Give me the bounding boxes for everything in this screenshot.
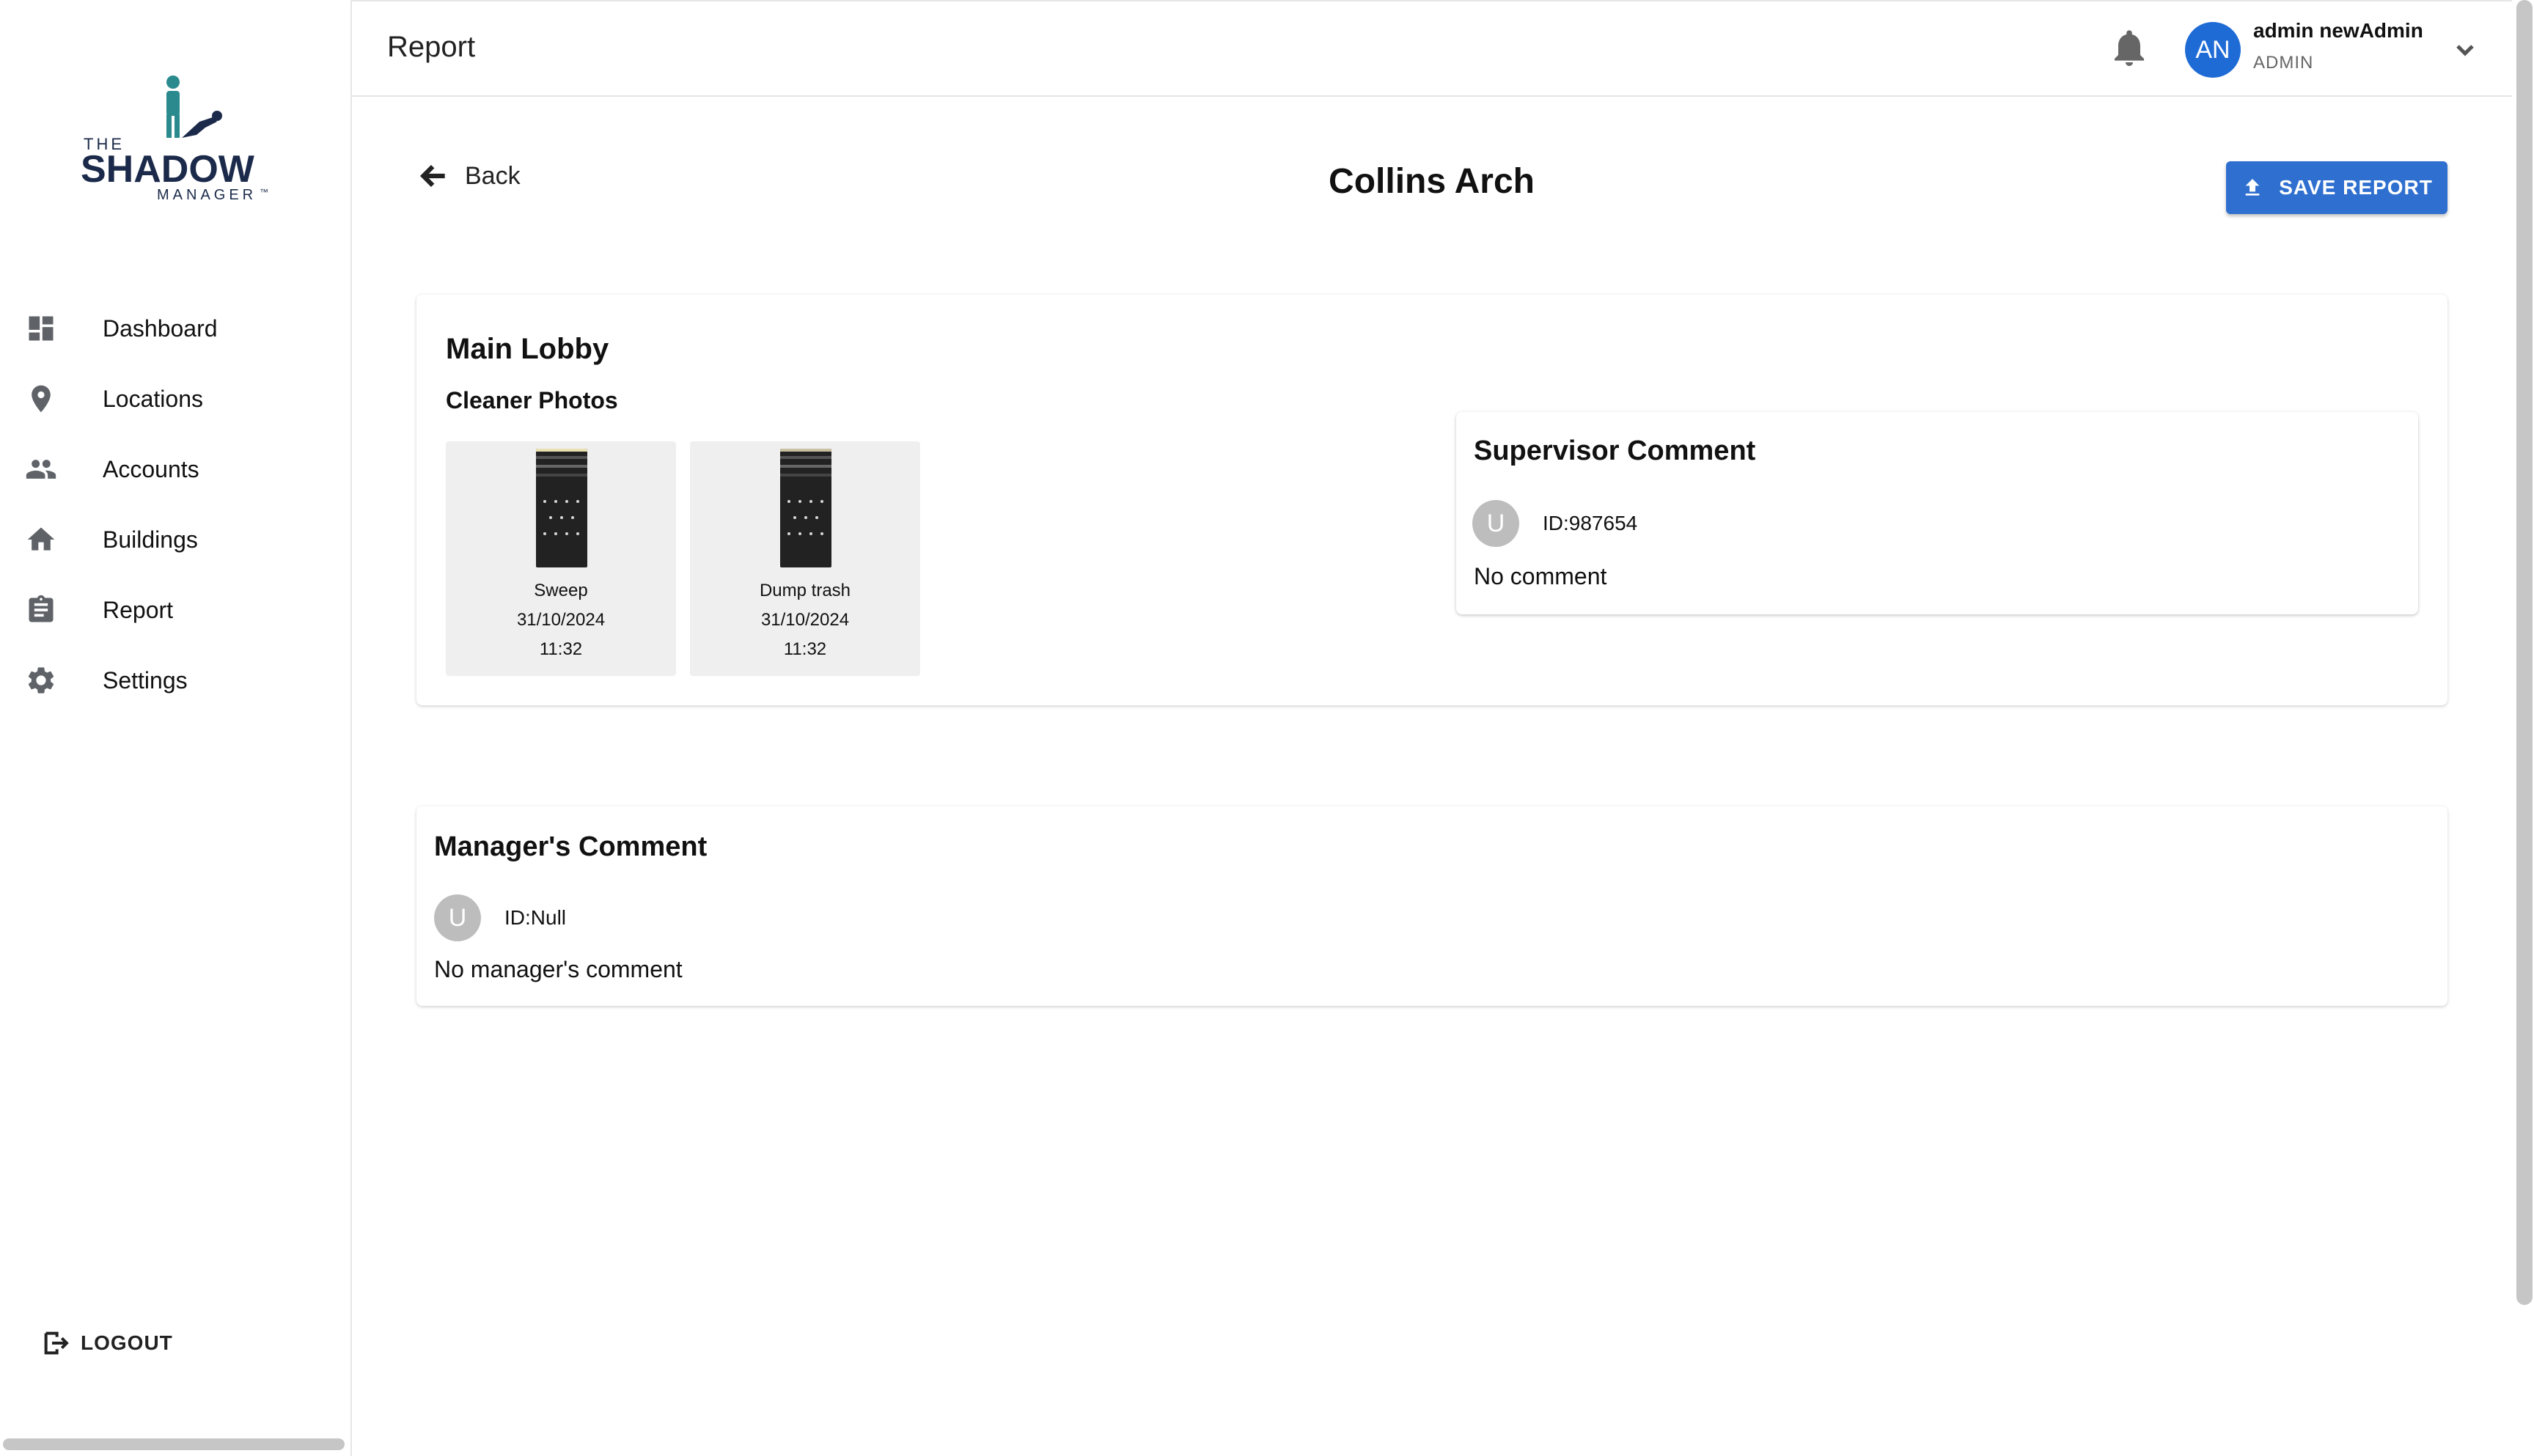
vertical-scrollbar[interactable]	[2516, 0, 2533, 1305]
gear-icon	[25, 664, 57, 696]
chevron-down-icon[interactable]	[2450, 35, 2480, 65]
supervisor-comment-card: Supervisor Comment U ID:987654 No commen…	[1456, 412, 2418, 614]
sidebar-nav: Dashboard Locations Accounts Buildings R…	[0, 293, 350, 716]
user-role: ADMIN	[2253, 53, 2314, 73]
photo-date: 31/10/2024	[760, 610, 850, 630]
sidebar-item-label: Buildings	[103, 526, 198, 553]
arrow-left-icon	[419, 164, 445, 188]
photo-time: 11:32	[539, 639, 583, 659]
sidebar-item-label: Report	[103, 596, 174, 623]
upload-icon	[2245, 179, 2260, 196]
supervisor-comment-heading: Supervisor Comment	[1474, 435, 1756, 466]
supervisor-id: ID:987654	[1543, 512, 1638, 534]
top-bar: Report AN admin newAdmin ADMIN	[352, 0, 2512, 97]
sidebar-item-buildings[interactable]: Buildings	[0, 504, 350, 575]
manager-comment-card: Manager's Comment U ID:Null No manager's…	[416, 806, 2447, 1006]
back-button[interactable]: Back	[418, 160, 521, 192]
dashboard-icon	[25, 312, 57, 345]
sidebar-item-label: Locations	[103, 385, 203, 412]
page-title: Report	[387, 31, 476, 63]
home-icon	[25, 523, 57, 556]
manager-comment-text: No manager's comment	[434, 956, 683, 982]
cleaner-photos-label: Cleaner Photos	[446, 387, 618, 413]
clipboard-icon	[25, 594, 57, 626]
notifications-bell-icon[interactable]	[2112, 29, 2147, 67]
sidebar-item-dashboard[interactable]: Dashboard	[0, 293, 350, 364]
sidebar-item-accounts[interactable]: Accounts	[0, 434, 350, 504]
logout-label: LOGOUT	[81, 1331, 173, 1354]
save-report-label: SAVE REPORT	[2279, 176, 2433, 199]
supervisor-avatar: U	[1472, 500, 1519, 547]
save-report-button[interactable]: SAVE REPORT	[2226, 161, 2447, 214]
sidebar: THE SHADOW MANAGER ™ Dashboard Locations…	[0, 0, 352, 1456]
photo-thumbnail	[780, 449, 831, 567]
sidebar-item-label: Dashboard	[103, 315, 218, 342]
sidebar-item-label: Accounts	[103, 455, 199, 482]
location-pin-icon	[25, 383, 57, 415]
photo-thumbnail	[536, 449, 587, 567]
svg-text:™: ™	[260, 187, 268, 197]
sidebar-item-settings[interactable]: Settings	[0, 645, 350, 716]
photo-time: 11:32	[783, 639, 827, 659]
horizontal-scrollbar[interactable]	[3, 1438, 345, 1450]
logout-icon	[44, 1331, 69, 1355]
photo-task: Dump trash	[759, 581, 851, 600]
shadow-manager-logo[interactable]: THE SHADOW MANAGER ™	[73, 73, 279, 213]
user-avatar[interactable]: AN	[2185, 22, 2241, 78]
photo-date: 31/10/2024	[516, 610, 606, 630]
back-label: Back	[465, 161, 521, 190]
user-name: admin newAdmin	[2253, 19, 2423, 42]
svg-text:MANAGER: MANAGER	[157, 187, 257, 203]
sidebar-item-report[interactable]: Report	[0, 575, 350, 645]
svg-text:SHADOW: SHADOW	[81, 148, 255, 191]
report-title: Collins Arch	[1329, 162, 1535, 201]
photo-task: Sweep	[534, 581, 588, 600]
photo-tile[interactable]: Dump trash 31/10/2024 11:32	[690, 441, 920, 676]
manager-avatar: U	[434, 894, 481, 941]
manager-comment-heading: Manager's Comment	[434, 831, 708, 862]
area-card: Main Lobby Cleaner Photos Sweep 31/10/20…	[416, 295, 2447, 705]
people-icon	[25, 453, 57, 485]
logout-button[interactable]: LOGOUT	[41, 1328, 173, 1358]
supervisor-comment-text: No comment	[1474, 563, 1607, 589]
photo-tile[interactable]: Sweep 31/10/2024 11:32	[446, 441, 676, 676]
area-name: Main Lobby	[446, 333, 609, 365]
manager-id: ID:Null	[504, 906, 567, 929]
sidebar-item-locations[interactable]: Locations	[0, 364, 350, 434]
sidebar-item-label: Settings	[103, 666, 188, 694]
